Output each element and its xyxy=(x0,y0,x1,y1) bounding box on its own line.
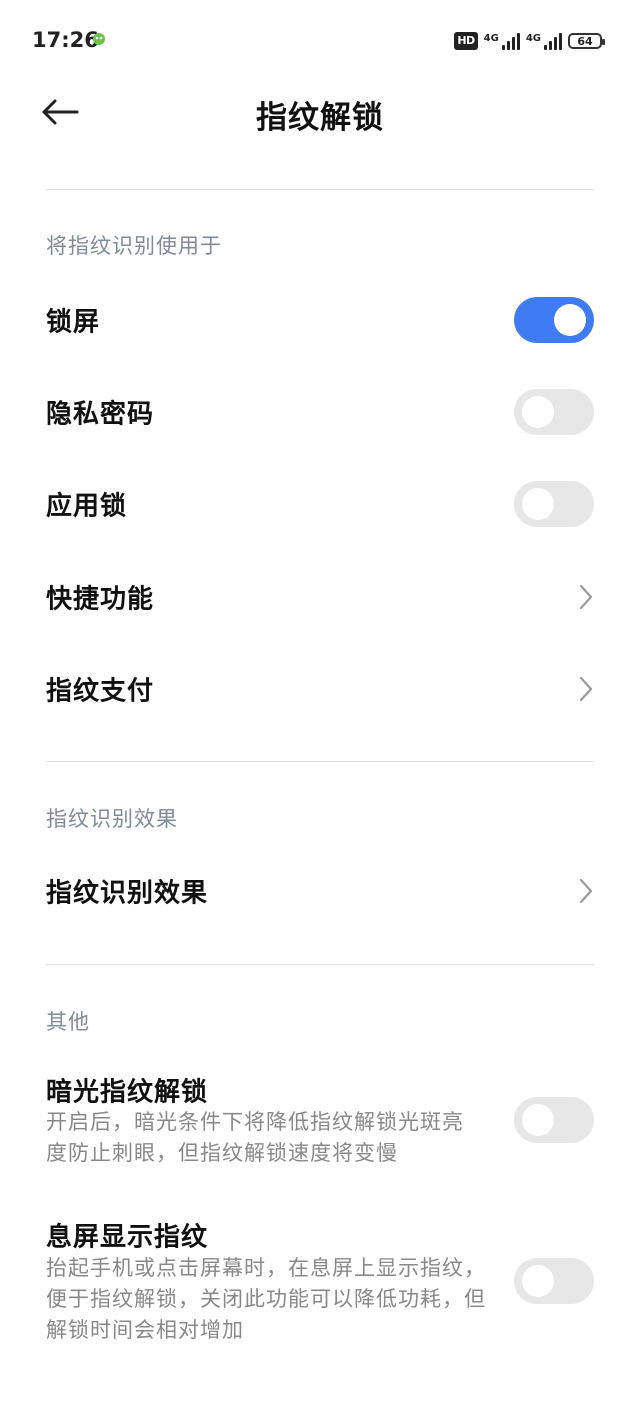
row-label: 隐私密码 xyxy=(46,399,155,430)
toggle-knob xyxy=(522,488,554,520)
row-label: 应用锁 xyxy=(46,491,128,522)
row-label: 指纹识别效果 xyxy=(46,878,209,909)
row-description: 开启后，暗光条件下将降低指纹解锁光斑亮 度防止刺眼，但指纹解锁速度将变慢 xyxy=(46,1110,464,1165)
section-label-effect: 指纹识别效果 xyxy=(46,807,178,831)
page-title: 指纹解锁 xyxy=(256,100,384,136)
status-time: 17:26 xyxy=(32,28,99,52)
row-label: 指纹支付 xyxy=(46,676,155,707)
toggle-knob xyxy=(522,1265,554,1297)
privacy-password-toggle[interactable] xyxy=(514,389,594,435)
row-recognition-effect[interactable]: 指纹识别效果 xyxy=(0,845,640,937)
section-label-other: 其他 xyxy=(46,1010,90,1034)
row-privacy-password[interactable]: 隐私密码 xyxy=(0,366,640,458)
divider xyxy=(46,189,594,190)
row-label: 锁屏 xyxy=(46,307,101,338)
dim-light-unlock-toggle[interactable] xyxy=(514,1097,594,1143)
notification-app-icon xyxy=(93,33,105,45)
row-label: 暗光指纹解锁 xyxy=(46,1077,209,1108)
chevron-right-icon xyxy=(579,878,593,904)
app-lock-toggle[interactable] xyxy=(514,481,594,527)
hd-voice-badge: HD xyxy=(454,32,478,50)
row-label: 快捷功能 xyxy=(46,584,155,615)
divider xyxy=(46,964,594,965)
section-label-use-for: 将指纹识别使用于 xyxy=(46,234,222,258)
signal-sim2-icon: 4G xyxy=(526,32,562,50)
row-aod-fingerprint[interactable]: 息屏显示指纹 抬起手机或点击屏幕时，在息屏上显示指纹， 便于指纹解锁，关闭此功能… xyxy=(0,1205,640,1355)
toggle-knob xyxy=(522,1104,554,1136)
row-shortcut-functions[interactable]: 快捷功能 xyxy=(0,551,640,643)
battery-icon: 64 xyxy=(568,33,605,49)
aod-fingerprint-toggle[interactable] xyxy=(514,1258,594,1304)
divider xyxy=(46,761,594,762)
chevron-right-icon xyxy=(579,584,593,610)
lock-screen-toggle[interactable] xyxy=(514,297,594,343)
row-app-lock[interactable]: 应用锁 xyxy=(0,458,640,550)
status-icons: HD 4G 4G 64 xyxy=(454,28,605,54)
toggle-knob xyxy=(554,304,586,336)
header: 指纹解锁 xyxy=(0,80,640,150)
status-bar: 17:26 HD 4G 4G 64 xyxy=(0,0,640,80)
row-description: 抬起手机或点击屏幕时，在息屏上显示指纹， 便于指纹解锁，关闭此功能可以降低功耗，… xyxy=(46,1256,486,1342)
battery-level: 64 xyxy=(577,34,593,48)
row-label: 息屏显示指纹 xyxy=(46,1222,209,1253)
row-fingerprint-payment[interactable]: 指纹支付 xyxy=(0,643,640,735)
row-lock-screen[interactable]: 锁屏 xyxy=(0,274,640,366)
row-dim-light-unlock[interactable]: 暗光指纹解锁 开启后，暗光条件下将降低指纹解锁光斑亮 度防止刺眼，但指纹解锁速度… xyxy=(0,1060,640,1180)
toggle-knob xyxy=(522,396,554,428)
signal-sim1-icon: 4G xyxy=(484,32,520,50)
chevron-right-icon xyxy=(579,676,593,702)
